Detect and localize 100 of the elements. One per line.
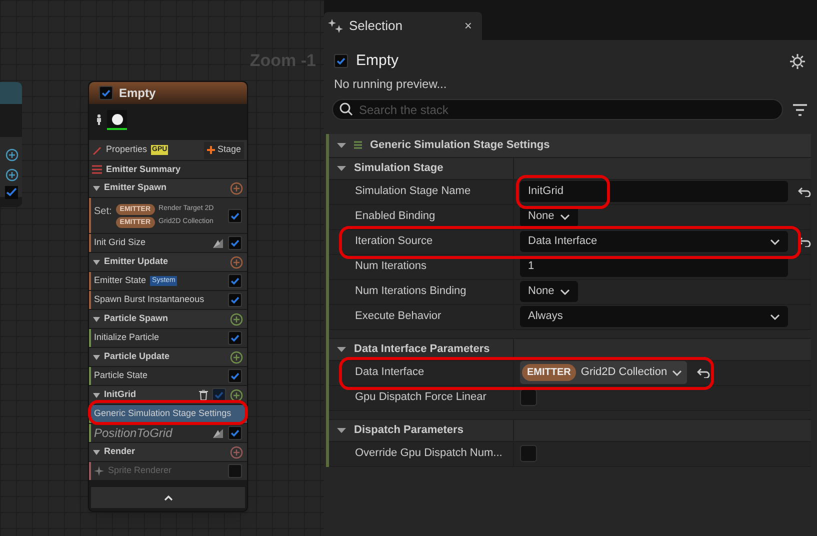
property-label: Gpu Dispatch Force Linear [355,390,486,406]
collapse-arrow-icon[interactable] [337,346,346,352]
add-icon[interactable] [230,256,243,268]
module-label: Generic Simulation Stage Settings [94,407,232,420]
add-icon[interactable] [230,388,243,402]
set-label: Set: [94,204,112,218]
module-label: Initialize Particle [94,331,160,344]
dropdown[interactable]: Always [520,306,788,327]
search-icon [339,102,353,116]
chevron-down-icon [770,314,780,320]
emitter-node[interactable] [88,81,248,512]
dropdown[interactable]: None [520,281,578,302]
checkbox[interactable] [228,208,242,222]
collapse-arrow-icon[interactable] [93,450,100,454]
property-label: Override Gpu Dispatch Num... [355,446,502,462]
add-stage-button[interactable]: Stage [204,142,244,158]
node-header[interactable]: Empty [89,82,247,104]
checkbox[interactable] [228,274,242,288]
collapse-arrow-icon[interactable] [93,316,100,322]
checkmark-icon [230,428,240,438]
preview-thumbnail[interactable] [107,110,127,130]
stage-title: Particle Update [104,350,171,364]
module-label: Spawn Burst Instantaneous [94,293,204,306]
pencil-icon [92,145,102,155]
trash-icon[interactable] [199,390,208,400]
collapse-arrow-icon[interactable] [93,392,100,398]
add-icon[interactable] [230,312,243,326]
stack-module-row[interactable]: Particle State [89,367,247,386]
property-label: Simulation Stage Name [355,184,471,200]
checkbox[interactable] [228,331,242,345]
chevron-down-icon [672,370,682,376]
person-icon [95,114,103,126]
checkbox[interactable] [99,86,113,100]
emitter-tag: EMITTER [522,364,576,381]
module-label: Emitter State [94,274,146,288]
checkmark-icon [230,238,240,248]
stage-title: InitGrid [104,388,137,402]
add-icon[interactable] [230,350,243,364]
checkbox[interactable] [228,369,242,383]
category-header[interactable]: Dispatch Parameters [329,418,811,442]
stage-header[interactable]: Emitter Spawn [89,179,247,198]
checkbox[interactable] [228,236,242,250]
section-title: Generic Simulation Stage Settings [370,138,550,153]
checkmark-icon [230,210,240,220]
sparkle-icon [328,18,343,34]
node-title: Empty [119,85,156,102]
dropdown[interactable]: Data Interface [520,231,788,252]
chevron-down-icon [770,238,780,244]
collapse-arrow-icon[interactable] [93,186,100,190]
property-label: Iteration Source [355,234,433,250]
chevron-up-icon [164,494,172,500]
close-button[interactable]: × [458,16,478,36]
reset-arrow-icon[interactable] [697,368,710,378]
stage-header[interactable]: Particle Update [89,348,247,367]
settings-icon[interactable] [790,54,805,69]
stack-module-row[interactable]: PositionToGrid [89,424,247,443]
checkbox[interactable] [520,389,537,406]
property-label: Enabled Binding [355,209,436,224]
selection-tab[interactable]: Selection × [324,12,482,40]
category-header[interactable]: Data Interface Parameters [329,338,811,360]
property-label: Execute Behavior [355,309,442,324]
chevron-down-icon [560,214,570,220]
plus-icon [207,146,216,154]
graph-canvas[interactable] [0,0,324,536]
category-title: Data Interface Parameters [354,342,490,357]
module-label: Sprite Renderer [108,464,172,478]
sparkle-icon [94,466,104,476]
dropdown[interactable]: EMITTER Grid2D Collection [520,361,688,384]
stage-title: Render [104,445,136,458]
partial-node-drawing[interactable] [0,82,22,207]
property-label: Num Iterations [355,259,427,274]
stage-header[interactable]: Emitter Update [89,253,247,272]
collapse-arrow-icon[interactable] [93,354,100,360]
stack-module-row[interactable]: Initialize Particle [89,329,247,348]
reset-arrow-icon[interactable] [798,236,811,246]
checkbox[interactable] [228,293,242,307]
filter-icon[interactable] [793,104,807,116]
properties-label[interactable]: Properties [106,143,148,157]
stage-header[interactable]: Particle Spawn [89,310,247,329]
section-header[interactable]: Generic Simulation Stage Settings [329,134,811,156]
checkbox[interactable] [520,445,537,462]
collapse-arrow-icon[interactable] [93,260,100,264]
add-icon[interactable] [230,446,243,458]
checkmark-icon [336,56,346,66]
checkbox[interactable] [334,54,348,68]
stage-header[interactable]: Render [89,443,247,462]
search-field[interactable]: Search the stack [332,99,783,120]
collapse-arrow-icon[interactable] [337,166,346,170]
collapse-arrow-icon[interactable] [337,428,346,432]
category-title: Simulation Stage [354,160,444,176]
text-field[interactable]: InitGrid [520,181,788,202]
stack-module-row[interactable]: Spawn Burst Instantaneous [89,291,247,310]
category-header[interactable]: Simulation Stage [329,156,811,180]
checkbox[interactable] [228,426,242,440]
property-label: Num Iterations Binding [355,284,466,300]
collapse-arrow-icon[interactable] [337,142,346,148]
stack-module-row[interactable]: Init Grid Size [89,234,247,253]
category-title: Dispatch Parameters [354,422,464,438]
reset-arrow-icon[interactable] [798,186,811,196]
add-icon[interactable] [230,182,243,194]
